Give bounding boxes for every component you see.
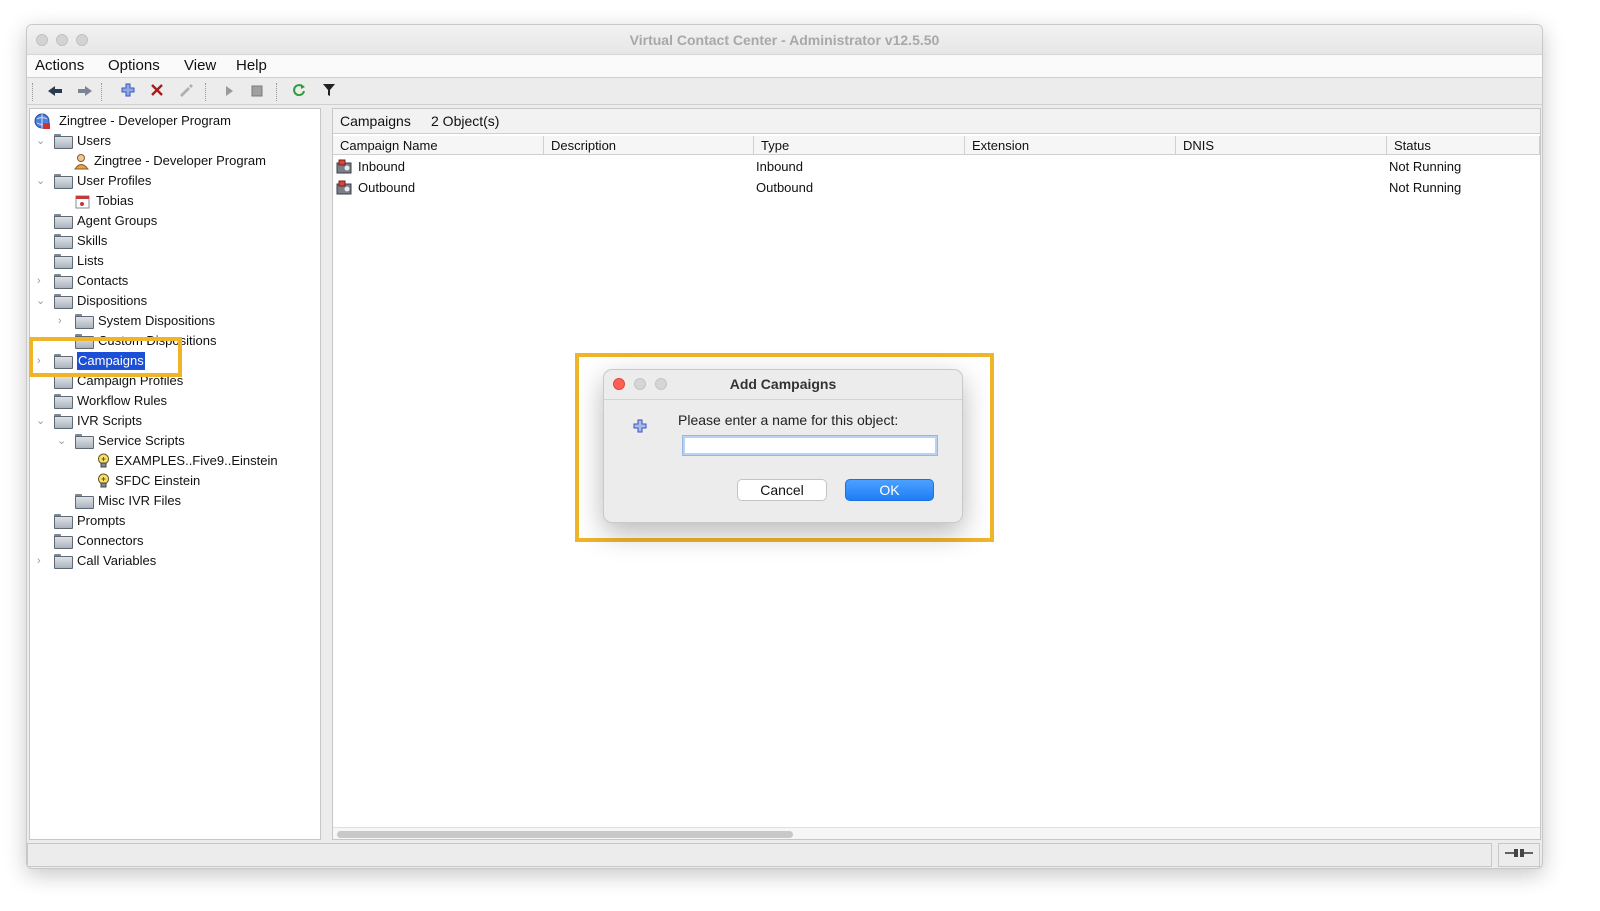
window-title: Virtual Contact Center - Administrator v… (629, 32, 940, 48)
tree-label: Contacts (77, 273, 129, 288)
folder-icon (54, 214, 73, 229)
chevron-right-icon[interactable]: › (37, 271, 47, 291)
folder-icon (54, 514, 73, 529)
tree-label: Connectors (77, 533, 144, 548)
forward-arrow-icon[interactable] (75, 82, 95, 102)
add-icon[interactable] (118, 82, 138, 102)
folder-icon (54, 234, 73, 249)
toolbar (27, 79, 1542, 105)
folder-icon (54, 554, 73, 569)
toolbar-separator (276, 83, 277, 101)
tree-label: Skills (77, 233, 108, 248)
chevron-down-icon[interactable]: ⌄ (36, 411, 46, 431)
campaign-icon (336, 159, 352, 175)
back-arrow-icon[interactable] (45, 82, 65, 102)
folder-icon (75, 494, 94, 509)
dialog-title: Add Campaigns (729, 376, 837, 392)
tree-label: SFDC Einstein (115, 473, 201, 488)
dialog-divider (604, 399, 962, 400)
chevron-down-icon[interactable]: ⌄ (36, 291, 46, 311)
start-icon[interactable] (219, 82, 239, 102)
cell-status: Not Running (1389, 180, 1462, 195)
content-title: Campaigns (340, 113, 411, 129)
folder-icon (54, 534, 73, 549)
cell-campaign-name: Inbound (358, 159, 405, 174)
tree-label: User Profiles (77, 173, 152, 188)
add-icon (633, 419, 647, 436)
horizontal-scrollbar[interactable] (333, 827, 1540, 839)
campaign-icon (336, 180, 352, 196)
toolbar-separator (101, 83, 102, 101)
title-bar[interactable]: Virtual Contact Center - Administrator v… (27, 25, 1542, 55)
cell-type: Inbound (756, 159, 803, 174)
navigation-tree: Zingtree - Developer Program ⌄ Users Zin… (29, 108, 321, 840)
content-header: Campaigns 2 Object(s) (333, 109, 1540, 134)
tree-label: Misc IVR Files (98, 493, 182, 508)
column-extension[interactable]: Extension (965, 136, 1176, 155)
stop-icon[interactable] (247, 82, 267, 102)
column-dnis[interactable]: DNIS (1176, 136, 1387, 155)
dialog-prompt: Please enter a name for this object: (678, 412, 899, 428)
tree-label: Users (77, 133, 111, 148)
column-description[interactable]: Description (544, 136, 754, 155)
refresh-icon[interactable] (289, 82, 309, 102)
delete-icon[interactable] (147, 82, 167, 102)
edit-icon[interactable] (176, 82, 196, 102)
tree-label: IVR Scripts (77, 413, 143, 428)
object-count: 2 Object(s) (431, 113, 500, 129)
status-bar (27, 843, 1492, 867)
folder-icon (54, 414, 73, 429)
tree-label: Tobias (96, 193, 134, 208)
menu-actions[interactable]: Actions (35, 57, 84, 74)
add-campaigns-dialog: Add Campaigns Please enter a name for th… (603, 369, 963, 523)
tree-label: Zingtree - Developer Program (94, 153, 266, 168)
folder-icon (54, 174, 73, 189)
tree-label: Workflow Rules (77, 393, 168, 408)
folder-icon (54, 134, 73, 149)
tree-label: Call Variables (77, 553, 157, 568)
column-campaign-name[interactable]: Campaign Name (333, 136, 544, 155)
tree-label: Zingtree - Developer Program (59, 113, 231, 128)
tree-label: Service Scripts (98, 433, 185, 448)
menu-help[interactable]: Help (236, 57, 267, 74)
folder-icon (54, 254, 73, 269)
cell-type: Outbound (756, 180, 814, 195)
scrollbar-thumb[interactable] (337, 831, 793, 838)
ok-button[interactable]: OK (845, 479, 934, 501)
menu-options[interactable]: Options (108, 57, 160, 74)
tree-label: Lists (77, 253, 104, 268)
toolbar-separator (205, 83, 206, 101)
tree-label: Prompts (77, 513, 126, 528)
chevron-down-icon[interactable]: ⌄ (36, 171, 46, 191)
tree-label: Agent Groups (77, 213, 158, 228)
campaign-name-input[interactable] (682, 435, 938, 456)
folder-icon (54, 274, 73, 289)
cell-campaign-name: Outbound (358, 180, 416, 195)
cancel-button[interactable]: Cancel (737, 479, 827, 501)
chevron-down-icon[interactable]: ⌄ (36, 131, 46, 151)
cell-status: Not Running (1389, 159, 1462, 174)
tree-label: System Dispositions (98, 313, 216, 328)
tree-label: EXAMPLES..Five9..Einstein (115, 453, 278, 468)
column-type[interactable]: Type (754, 136, 965, 155)
filter-icon[interactable] (319, 82, 339, 102)
chevron-right-icon[interactable]: › (58, 311, 68, 331)
folder-icon (54, 394, 73, 409)
folder-icon (75, 314, 94, 329)
menu-bar: Actions Options View Help (27, 55, 1542, 78)
connection-icon[interactable] (1498, 843, 1540, 867)
column-status[interactable]: Status (1387, 136, 1540, 155)
tree-label: Dispositions (77, 293, 148, 308)
chevron-down-icon[interactable]: ⌄ (57, 431, 67, 451)
folder-icon (75, 434, 94, 449)
script-icon (96, 453, 111, 475)
menu-view[interactable]: View (184, 57, 216, 74)
folder-icon (54, 294, 73, 309)
chevron-right-icon[interactable]: › (37, 551, 47, 571)
campaigns-highlight-box (29, 337, 182, 377)
panel-splitter[interactable] (323, 108, 331, 840)
toolbar-separator (32, 83, 33, 101)
